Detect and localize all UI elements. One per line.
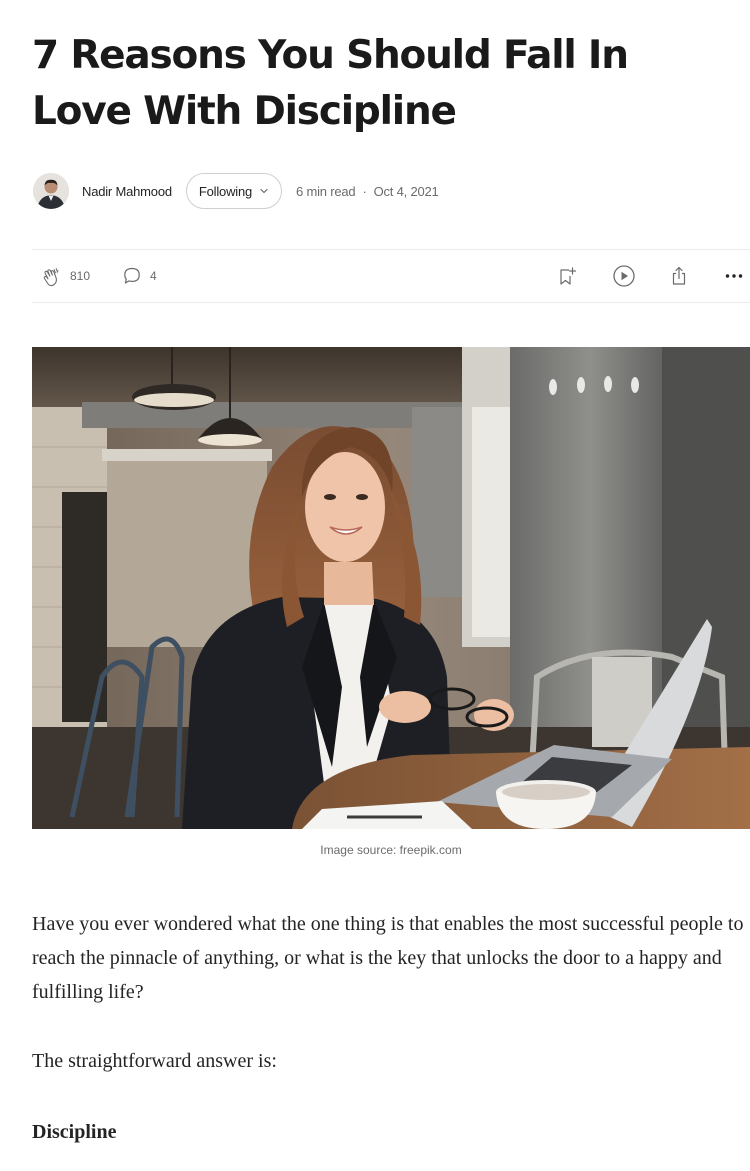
clap-count: 810: [70, 269, 91, 283]
share-icon: [672, 266, 686, 285]
image-caption: Image source: freepik.com: [320, 843, 462, 857]
more-options-button[interactable]: [722, 250, 746, 302]
play-icon: [613, 265, 635, 287]
chevron-down-icon: [260, 188, 268, 194]
publish-date: Oct 4, 2021: [373, 183, 439, 199]
article-title: 7 Reasons You Should Fall In Love With D…: [32, 33, 629, 134]
meta-separator: ·: [362, 183, 367, 199]
read-time: 6 min read: [296, 183, 356, 199]
bookmark-add-icon: [560, 267, 577, 285]
body-paragraph: Have you ever wondered what the one thin…: [32, 913, 744, 1003]
responses-button[interactable]: 4: [120, 250, 157, 302]
comment-icon: [124, 267, 140, 284]
following-label: Following: [198, 183, 253, 199]
save-button[interactable]: [555, 250, 579, 302]
listen-button[interactable]: [611, 250, 637, 302]
share-button[interactable]: [667, 250, 691, 302]
author-name[interactable]: Nadir Mahmood: [82, 184, 172, 199]
responses-count: 4: [150, 269, 157, 283]
clap-icon: [43, 268, 59, 287]
more-icon: [725, 274, 743, 278]
following-button[interactable]: Following: [185, 173, 283, 209]
hero-image: [32, 347, 750, 829]
article-action-bar: 810 4: [32, 249, 750, 303]
article-meta: 6 min read · Oct 4, 2021: [296, 184, 439, 199]
clap-button[interactable]: 810: [40, 250, 90, 302]
body-paragraph: The straightforward answer is:: [32, 1050, 277, 1072]
byline: Nadir Mahmood Following 6 min read · Oct 4…: [33, 171, 733, 211]
body-heading-bold: Discipline: [32, 1121, 117, 1143]
author-avatar[interactable]: [33, 173, 69, 209]
